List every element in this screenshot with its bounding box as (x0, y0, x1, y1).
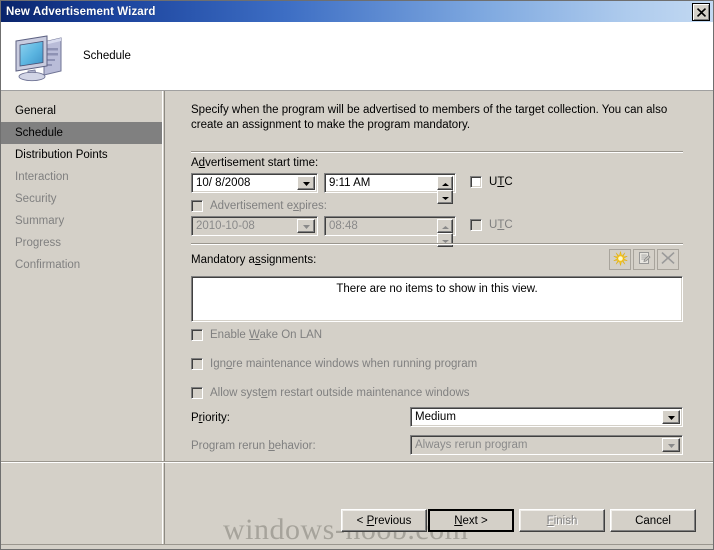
start-time-utc-checkbox[interactable]: UTC (470, 176, 513, 188)
checkbox-box (191, 329, 203, 341)
expires-date-input: 2010-10-08 (191, 216, 318, 236)
expires-date-dropdown-button (297, 219, 315, 233)
separator-start-time (191, 151, 683, 153)
new-assignment-button[interactable] (609, 249, 631, 270)
priority-dropdown-button[interactable] (662, 410, 680, 424)
program-rerun-behavior-label: Program rerun behavior: (191, 440, 316, 452)
wizard-body: General Schedule Distribution Points Int… (1, 91, 713, 549)
delete-icon (661, 251, 675, 268)
mandatory-assignments-label: Mandatory assignments: (191, 254, 317, 266)
checkbox-label: UTC (489, 176, 513, 188)
sidebar-item-confirmation: Confirmation (1, 254, 162, 276)
rerun-dropdown-button (662, 438, 680, 452)
sidebar-item-label: Confirmation (15, 259, 81, 271)
expires-time-stepper (437, 219, 453, 247)
close-icon (696, 7, 706, 17)
program-rerun-behavior-value: Always rerun program (415, 439, 528, 451)
sidebar-item-label: Schedule (15, 127, 63, 139)
start-time-stepper[interactable] (437, 176, 453, 204)
checkbox-label: Advertisement expires: (210, 200, 327, 212)
priority-select[interactable]: Medium (410, 407, 683, 427)
caret-down-icon (441, 191, 449, 203)
stepper-up-button (437, 219, 453, 233)
sidebar-item-label: Security (15, 193, 57, 205)
start-time-label: Advertisement start time: (191, 157, 319, 169)
checkbox-box (191, 358, 203, 370)
sidebar-item-schedule[interactable]: Schedule (1, 122, 162, 144)
close-button[interactable] (692, 3, 710, 21)
checkbox-box (191, 387, 203, 399)
separator-assignments (191, 243, 683, 245)
checkbox-label: Ignore maintenance windows when running … (210, 358, 478, 370)
caret-up-icon (441, 220, 449, 232)
expires-utc-checkbox: UTC (470, 219, 513, 231)
start-time-input[interactable]: 9:11 AM (324, 173, 456, 204)
sidebar-item-label: Interaction (15, 171, 69, 183)
stepper-down-button[interactable] (437, 190, 453, 204)
page-title: Schedule (83, 50, 131, 62)
sidebar-item-distribution-points[interactable]: Distribution Points (1, 144, 162, 166)
wizard-steps-sidebar: General Schedule Distribution Points Int… (1, 91, 163, 549)
footer-separator (1, 461, 713, 463)
caret-up-icon (441, 177, 449, 189)
button-label: Finish (546, 514, 578, 527)
sidebar-item-interaction: Interaction (1, 166, 162, 188)
chevron-down-icon (302, 220, 310, 232)
footer-strip (1, 544, 713, 549)
checkbox-label: Enable Wake On LAN (210, 329, 323, 341)
start-date-dropdown-button[interactable] (297, 176, 315, 190)
expires-time-input: 08:48 (324, 216, 456, 247)
enable-wake-on-lan-checkbox: Enable Wake On LAN (191, 329, 322, 341)
sidebar-item-label: Distribution Points (15, 149, 108, 161)
page-description: Specify when the program will be adverti… (191, 104, 668, 131)
properties-icon (637, 251, 651, 268)
new-assignment-icon (613, 250, 628, 269)
allow-system-restart-checkbox: Allow system restart outside maintenance… (191, 387, 470, 399)
wizard-content-panel: Specify when the program will be adverti… (164, 91, 713, 549)
chevron-down-icon (667, 439, 675, 451)
sidebar-item-progress: Progress (1, 232, 162, 254)
cancel-button[interactable]: Cancel (610, 509, 696, 532)
sidebar-item-label: General (15, 105, 56, 117)
sidebar-item-label: Summary (15, 215, 65, 227)
title-bar: New Advertisement Wizard (1, 1, 713, 22)
properties-button (633, 249, 655, 270)
sidebar-item-summary: Summary (1, 210, 162, 232)
expires-date-value: 2010-10-08 (196, 220, 255, 232)
computer-icon (11, 29, 69, 83)
expires-time-value: 08:48 (329, 220, 358, 232)
button-label: < Previous (356, 514, 412, 527)
start-date-value: 10/ 8/2008 (196, 177, 251, 189)
sidebar-item-security: Security (1, 188, 162, 210)
priority-value: Medium (415, 411, 456, 423)
checkbox-label: UTC (489, 219, 513, 231)
priority-label: Priority: (191, 412, 230, 424)
finish-button: Finish (519, 509, 605, 532)
wizard-header: Schedule (1, 22, 713, 91)
checkbox-label: Allow system restart outside maintenance… (210, 387, 470, 399)
chevron-down-icon (302, 177, 310, 189)
advertisement-expires-checkbox[interactable]: Advertisement expires: (191, 200, 327, 212)
sidebar-item-label: Progress (15, 237, 62, 249)
chevron-down-icon (667, 411, 675, 423)
stepper-up-button[interactable] (437, 176, 453, 190)
checkbox-box (470, 219, 482, 231)
window-title: New Advertisement Wizard (6, 5, 156, 18)
mandatory-assignments-list[interactable]: There are no items to show in this view. (191, 276, 683, 322)
checkbox-box[interactable] (470, 176, 482, 188)
next-button[interactable]: Next > (428, 509, 514, 532)
start-time-value: 9:11 AM (329, 177, 371, 189)
button-label: Cancel (635, 514, 671, 527)
wizard-window: New Advertisement Wizard Schedule Genera… (0, 0, 714, 550)
checkbox-box[interactable] (191, 200, 203, 212)
button-label: Next > (454, 514, 488, 527)
assignments-toolbar (609, 249, 679, 270)
program-rerun-behavior-select: Always rerun program (410, 435, 683, 455)
delete-button (657, 249, 679, 270)
previous-button[interactable]: < Previous (341, 509, 427, 532)
sidebar-item-general[interactable]: General (1, 100, 162, 122)
ignore-maintenance-windows-checkbox: Ignore maintenance windows when running … (191, 358, 477, 370)
empty-list-message: There are no items to show in this view. (336, 283, 538, 295)
start-date-input[interactable]: 10/ 8/2008 (191, 173, 318, 193)
